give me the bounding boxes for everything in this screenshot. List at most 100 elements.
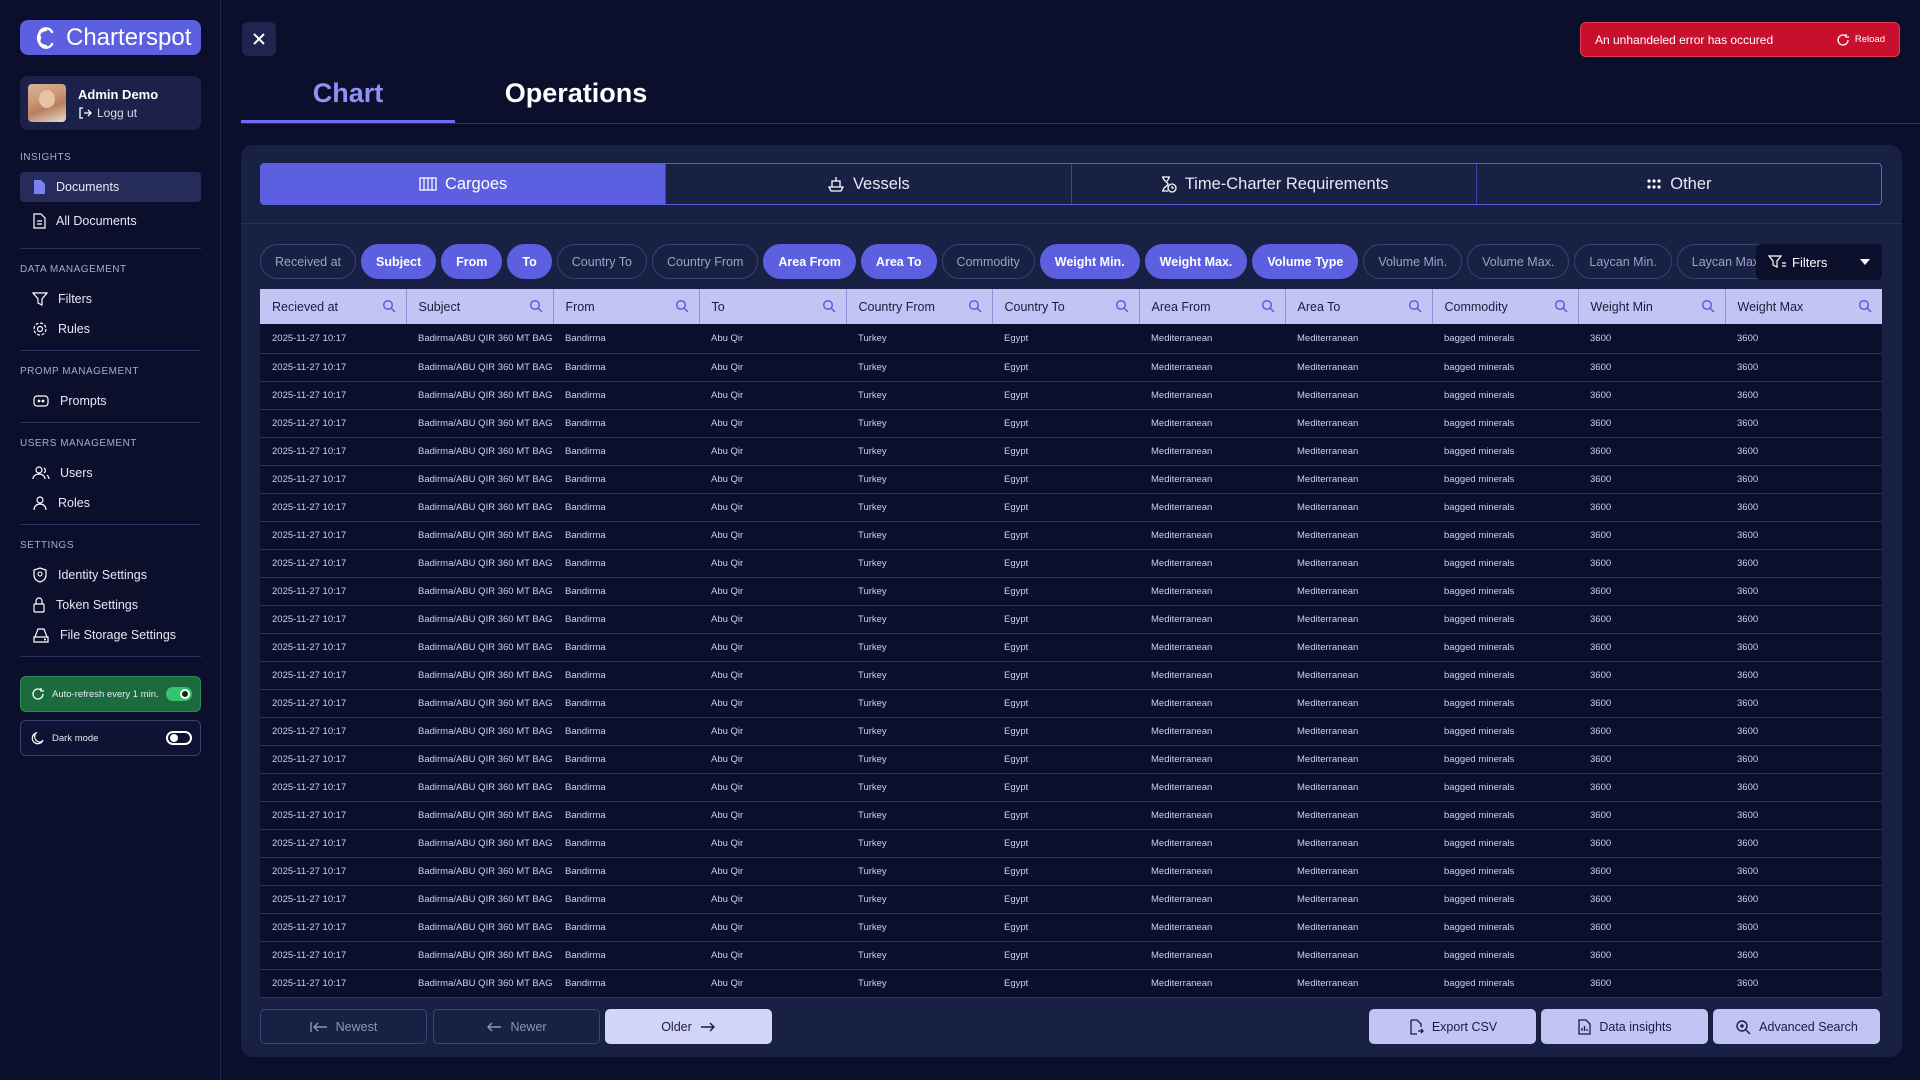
tab-cargoes[interactable]: Cargoes xyxy=(261,164,667,204)
dark-mode-toggle-card[interactable]: Dark mode xyxy=(20,720,201,756)
export-csv-button[interactable]: Export CSV xyxy=(1369,1009,1536,1044)
search-icon[interactable] xyxy=(1261,299,1275,313)
chip-volume-max[interactable]: Volume Max. xyxy=(1467,244,1570,279)
table-row[interactable]: 2025-11-27 10:17 Badirma/ABU QIR 360 MT B… xyxy=(260,549,1882,578)
sidebar-item-documents[interactable]: Documents xyxy=(20,172,201,202)
newest-button[interactable]: Newest xyxy=(260,1009,427,1044)
table-row[interactable]: 2025-11-27 10:17 Badirma/ABU QIR 360 MT B… xyxy=(260,437,1882,466)
column-search-button[interactable] xyxy=(675,299,689,316)
logout-link[interactable]: Logg ut xyxy=(78,106,158,120)
sidebar-item-prompts[interactable]: Prompts xyxy=(20,386,201,416)
column-header-weight-max[interactable]: Weight Max xyxy=(1725,289,1882,324)
table-row[interactable]: 2025-11-27 10:17 Badirma/ABU QIR 360 MT B… xyxy=(260,381,1882,410)
older-button[interactable]: Older xyxy=(605,1009,772,1044)
chip-volume-min[interactable]: Volume Min. xyxy=(1363,244,1463,279)
column-header-country-to[interactable]: Country To xyxy=(992,289,1140,324)
table-row[interactable]: 2025-11-27 10:17 Badirma/ABU QIR 360 MT B… xyxy=(260,829,1882,858)
table-row[interactable]: 2025-11-27 10:17 Badirma/ABU QIR 360 MT B… xyxy=(260,801,1882,830)
column-header-area-to[interactable]: Area To xyxy=(1285,289,1433,324)
column-header-subject[interactable]: Subject xyxy=(406,289,554,324)
search-icon[interactable] xyxy=(1115,299,1129,313)
sidebar-item-filters[interactable]: Filters xyxy=(20,284,201,314)
search-icon[interactable] xyxy=(1408,299,1422,313)
sidebar-item-file-storage-settings[interactable]: File Storage Settings xyxy=(20,620,201,650)
sidebar-item-users[interactable]: Users xyxy=(20,458,201,488)
chip-to[interactable]: To xyxy=(507,244,552,279)
table-row[interactable]: 2025-11-27 10:17 Badirma/ABU QIR 360 MT B… xyxy=(260,717,1882,746)
search-icon[interactable] xyxy=(529,299,543,313)
app-logo[interactable]: Charterspot xyxy=(20,20,201,55)
table-row[interactable]: 2025-11-27 10:17 Badirma/ABU QIR 360 MT B… xyxy=(260,745,1882,774)
column-header-recieved-at[interactable]: Recieved at xyxy=(260,289,407,324)
chip-from[interactable]: From xyxy=(441,244,503,279)
column-header-area-from[interactable]: Area From xyxy=(1139,289,1286,324)
sidebar-item-roles[interactable]: Roles xyxy=(20,488,201,518)
column-search-button[interactable] xyxy=(1261,299,1275,316)
sidebar-item-rules[interactable]: Rules xyxy=(20,314,201,344)
column-search-button[interactable] xyxy=(1858,299,1872,316)
column-search-button[interactable] xyxy=(1408,299,1422,316)
search-icon[interactable] xyxy=(1701,299,1715,313)
column-search-button[interactable] xyxy=(529,299,543,316)
chip-laycan-min[interactable]: Laycan Min. xyxy=(1574,244,1672,279)
chip-received-at[interactable]: Received at xyxy=(260,244,357,279)
chip-volume-type[interactable]: Volume Type xyxy=(1252,244,1359,279)
chip-weight-min[interactable]: Weight Min. xyxy=(1039,244,1140,279)
column-search-button[interactable] xyxy=(1554,299,1568,316)
tab-time-charter[interactable]: Time-Charter Requirements xyxy=(1072,164,1477,204)
table-row[interactable]: 2025-11-27 10:17 Badirma/ABU QIR 360 MT B… xyxy=(260,521,1882,550)
table-row[interactable]: 2025-11-27 10:17 Badirma/ABU QIR 360 MT B… xyxy=(260,857,1882,886)
search-icon[interactable] xyxy=(968,299,982,313)
sidebar-item-all-documents[interactable]: All Documents xyxy=(20,206,201,236)
table-row[interactable]: 2025-11-27 10:17 Badirma/ABU QIR 360 MT B… xyxy=(260,324,1882,354)
advanced-search-button[interactable]: Advanced Search xyxy=(1713,1009,1880,1044)
table-row[interactable]: 2025-11-27 10:17 Badirma/ABU QIR 360 MT B… xyxy=(260,941,1882,970)
close-button[interactable] xyxy=(242,22,276,56)
search-icon[interactable] xyxy=(382,299,396,313)
column-search-button[interactable] xyxy=(968,299,982,316)
table-row[interactable]: 2025-11-27 10:17 Badirma/ABU QIR 360 MT B… xyxy=(260,493,1882,522)
column-header-weight-min[interactable]: Weight Min xyxy=(1578,289,1726,324)
chip-area-from[interactable]: Area From xyxy=(763,244,856,279)
auto-refresh-switch[interactable] xyxy=(166,687,192,701)
sidebar-item-identity-settings[interactable]: Identity Settings xyxy=(20,560,201,590)
sidebar-item-token-settings[interactable]: Token Settings xyxy=(20,590,201,620)
newer-button[interactable]: Newer xyxy=(433,1009,600,1044)
chip-weight-max[interactable]: Weight Max. xyxy=(1144,244,1248,279)
chip-area-to[interactable]: Area To xyxy=(860,244,937,279)
table-row[interactable]: 2025-11-27 10:17 Badirma/ABU QIR 360 MT B… xyxy=(260,969,1882,998)
column-header-commodity[interactable]: Commodity xyxy=(1432,289,1579,324)
chip-country-from[interactable]: Country From xyxy=(651,244,759,279)
table-row[interactable]: 2025-11-27 10:17 Badirma/ABU QIR 360 MT B… xyxy=(260,409,1882,438)
table-row[interactable]: 2025-11-27 10:17 Badirma/ABU QIR 360 MT B… xyxy=(260,661,1882,690)
search-icon[interactable] xyxy=(675,299,689,313)
table-row[interactable]: 2025-11-27 10:17 Badirma/ABU QIR 360 MT B… xyxy=(260,633,1882,662)
search-icon[interactable] xyxy=(1554,299,1568,313)
column-header-from[interactable]: From xyxy=(553,289,700,324)
table-row[interactable]: 2025-11-27 10:17 Badirma/ABU QIR 360 MT B… xyxy=(260,353,1882,382)
table-row[interactable]: 2025-11-27 10:17 Badirma/ABU QIR 360 MT B… xyxy=(260,773,1882,802)
column-header-country-from[interactable]: Country From xyxy=(846,289,993,324)
table-row[interactable]: 2025-11-27 10:17 Badirma/ABU QIR 360 MT B… xyxy=(260,577,1882,606)
table-row[interactable]: 2025-11-27 10:17 Badirma/ABU QIR 360 MT B… xyxy=(260,885,1882,914)
search-icon[interactable] xyxy=(1858,299,1872,313)
table-row[interactable]: 2025-11-27 10:17 Badirma/ABU QIR 360 MT B… xyxy=(260,465,1882,494)
tab-other[interactable]: Other xyxy=(1477,164,1881,204)
column-header-to[interactable]: To xyxy=(699,289,847,324)
table-row[interactable]: 2025-11-27 10:17 Badirma/ABU QIR 360 MT B… xyxy=(260,913,1882,942)
dark-mode-switch[interactable] xyxy=(166,731,192,745)
reload-button[interactable]: Reload xyxy=(1836,33,1885,47)
chip-country-to[interactable]: Country To xyxy=(556,244,647,279)
search-icon[interactable] xyxy=(822,299,836,313)
chip-subject[interactable]: Subject xyxy=(361,244,437,279)
column-search-button[interactable] xyxy=(382,299,396,316)
tab-operations[interactable]: Operations xyxy=(455,78,677,124)
chip-commodity[interactable]: Commodity xyxy=(941,244,1035,279)
table-row[interactable]: 2025-11-27 10:17 Badirma/ABU QIR 360 MT B… xyxy=(260,605,1882,634)
auto-refresh-toggle-card[interactable]: Auto-refresh every 1 min. xyxy=(20,676,201,712)
column-search-button[interactable] xyxy=(822,299,836,316)
column-search-button[interactable] xyxy=(1115,299,1129,316)
tab-vessels[interactable]: Vessels xyxy=(666,164,1072,204)
column-search-button[interactable] xyxy=(1701,299,1715,316)
filters-dropdown[interactable]: Filters xyxy=(1756,244,1882,280)
